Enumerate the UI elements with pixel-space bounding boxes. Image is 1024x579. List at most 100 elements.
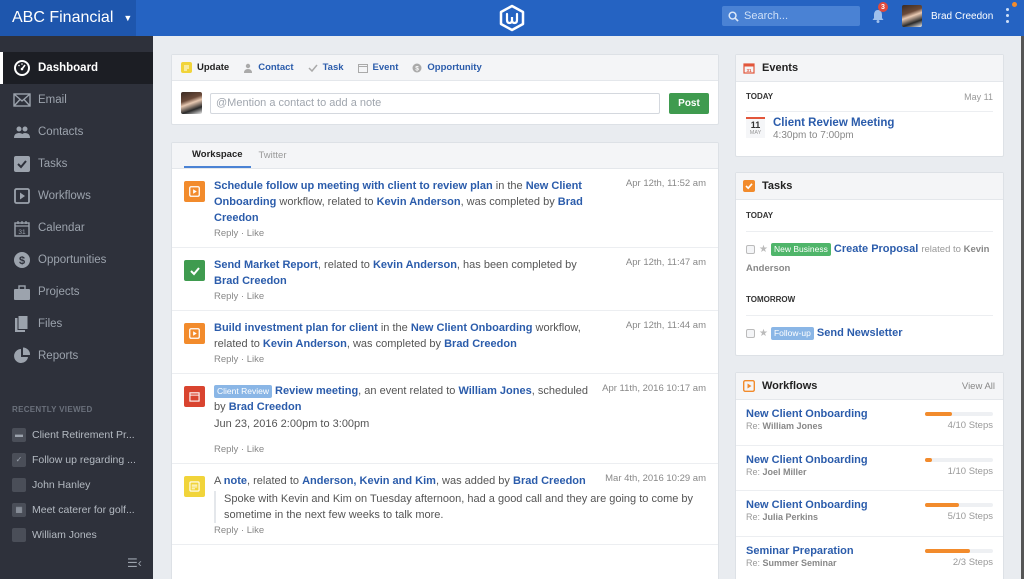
- recent-item-label: William Jones: [32, 528, 97, 541]
- task-checkbox[interactable]: [746, 328, 755, 338]
- re-prefix: Re:: [746, 512, 761, 522]
- workflow-progress-fill: [925, 503, 959, 507]
- composer-tab-label: Opportunity: [427, 62, 482, 73]
- feed-text: in the: [492, 180, 526, 192]
- check-icon: [308, 63, 318, 73]
- sidebar-item-workflows[interactable]: Workflows: [0, 180, 153, 212]
- composer-tab-task[interactable]: Task: [308, 62, 344, 73]
- workflow-item[interactable]: New Client Onboarding Re: Julia Perkins 5/…: [736, 491, 1003, 537]
- workflow-item[interactable]: New Client Onboarding Re: William Jones 4/…: [736, 400, 1003, 446]
- sidebar-item-calendar[interactable]: 31 Calendar: [0, 212, 153, 244]
- user-avatar[interactable]: [902, 5, 922, 27]
- sidebar-item-tasks[interactable]: Tasks: [0, 148, 153, 180]
- feed-text: , an event related to: [358, 385, 459, 397]
- recent-item[interactable]: ▦ Meet caterer for golf...: [0, 497, 153, 522]
- post-button[interactable]: Post: [669, 92, 709, 114]
- feed-link[interactable]: Brad Creedon: [214, 275, 287, 287]
- task-related-text: related to: [921, 244, 961, 255]
- email-icon: [13, 91, 31, 109]
- feed-text: , was added by: [435, 475, 513, 487]
- recent-item[interactable]: ▬ Client Retirement Pr...: [0, 422, 153, 447]
- feed-link[interactable]: Brad Creedon: [444, 338, 517, 350]
- more-menu-icon[interactable]: [1004, 8, 1010, 28]
- tasks-icon: [13, 155, 31, 173]
- reply-like-actions[interactable]: Reply · Like: [214, 228, 706, 239]
- sidebar-item-files[interactable]: Files: [0, 308, 153, 340]
- feed-link[interactable]: Brad Creedon: [513, 475, 586, 487]
- composer-tab-label: Event: [372, 62, 399, 73]
- view-all-link[interactable]: View All: [962, 381, 995, 392]
- sidebar-item-projects[interactable]: Projects: [0, 276, 153, 308]
- feed-item: Build investment plan for client in the …: [172, 311, 718, 374]
- calendar-icon: [184, 386, 205, 407]
- task-title[interactable]: Create Proposal: [834, 243, 918, 255]
- workflow-progress-bar: [925, 412, 993, 416]
- feed-link[interactable]: note: [224, 475, 247, 487]
- feed-link[interactable]: Review meeting: [275, 385, 358, 397]
- star-icon[interactable]: ★: [759, 244, 768, 255]
- feed-link[interactable]: Schedule follow up meeting with client t…: [214, 180, 493, 192]
- projects-icon: [13, 283, 31, 301]
- workflow-item[interactable]: New Client Onboarding Re: Joel Miller 1/10…: [736, 446, 1003, 491]
- composer-tab-update[interactable]: Update: [181, 62, 229, 73]
- feed-link[interactable]: William Jones: [458, 385, 531, 397]
- workflow-steps: 1/10 Steps: [947, 465, 993, 477]
- recent-item-label: Follow up regarding ...: [32, 453, 136, 466]
- feed-tab-workspace[interactable]: Workspace: [184, 143, 251, 168]
- feed-tab-twitter[interactable]: Twitter: [251, 143, 295, 168]
- collapse-sidebar-icon[interactable]: ☰‹: [127, 556, 142, 570]
- files-icon: [13, 315, 31, 333]
- sidebar-item-email[interactable]: Email: [0, 84, 153, 116]
- task-title[interactable]: Send Newsletter: [817, 327, 903, 339]
- feed-item-label: Client Review: [214, 385, 272, 398]
- event-title[interactable]: Client Review Meeting: [773, 117, 894, 129]
- org-switcher[interactable]: ABC Financial ▼: [0, 0, 136, 36]
- composer-tab-event[interactable]: Event: [357, 62, 399, 73]
- star-icon[interactable]: ★: [759, 328, 768, 339]
- recent-item[interactable]: ✓ Follow up regarding ...: [0, 447, 153, 472]
- feed-item-text: Schedule follow up meeting with client t…: [214, 178, 594, 226]
- sidebar-item-opportunities[interactable]: $ Opportunities: [0, 244, 153, 276]
- sidebar-item-reports[interactable]: Reports: [0, 340, 153, 372]
- task-sections: TODAY ★ New Business Create Proposal relat…: [736, 200, 1003, 349]
- feed-text: , related to: [317, 259, 373, 271]
- reply-like-actions[interactable]: Reply · Like: [214, 444, 706, 455]
- task-checkbox-icon: [743, 180, 755, 192]
- recent-avatar: [12, 527, 26, 542]
- workflow-steps: 5/10 Steps: [947, 511, 993, 522]
- feed-link[interactable]: Send Market Report: [214, 259, 318, 271]
- reply-like-actions[interactable]: Reply · Like: [214, 291, 706, 302]
- app-logo-icon[interactable]: [498, 4, 526, 32]
- event-item[interactable]: 11 MAY Client Review Meeting 4:30pm to 7…: [736, 112, 1003, 146]
- workflow-item[interactable]: Seminar Preparation Re: Summer Seminar 2/3…: [736, 537, 1003, 579]
- feed-link[interactable]: Brad Creedon: [229, 401, 302, 413]
- svg-text:$: $: [19, 255, 25, 267]
- composer-tab-label: Task: [322, 62, 344, 73]
- feed-item-subtext: Jun 23, 2016 2:00pm to 3:00pm: [214, 418, 370, 430]
- composer-tab-opportunity[interactable]: $ Opportunity: [412, 62, 482, 73]
- opportunities-icon: $: [13, 251, 31, 269]
- feed-link[interactable]: Kevin Anderson: [373, 259, 457, 271]
- user-name[interactable]: Brad Creedon: [931, 11, 993, 22]
- task-checkbox[interactable]: [746, 244, 755, 254]
- recent-item[interactable]: John Hanley: [0, 472, 153, 497]
- feed-item: Send Market Report, related to Kevin And…: [172, 248, 718, 311]
- briefcase-icon: ▬: [12, 427, 26, 442]
- feed-tabs: Workspace Twitter: [172, 143, 718, 169]
- feed-link[interactable]: Anderson, Kevin and Kim: [302, 475, 436, 487]
- recent-item[interactable]: William Jones: [0, 522, 153, 547]
- workflow-icon: [184, 181, 205, 202]
- feed-link[interactable]: Build investment plan for client: [214, 322, 378, 334]
- person-icon: [243, 63, 253, 73]
- composer-tab-contact[interactable]: Contact: [243, 62, 294, 73]
- feed-link[interactable]: New Client Onboarding: [411, 322, 533, 334]
- note-input[interactable]: [210, 92, 660, 114]
- reply-like-actions[interactable]: Reply · Like: [214, 525, 706, 536]
- sidebar-item-contacts[interactable]: Contacts: [0, 116, 153, 148]
- feed-link[interactable]: Kevin Anderson: [263, 338, 347, 350]
- search-input[interactable]: Search...: [722, 6, 860, 26]
- tasks-panel: Tasks TODAY ★ New Business Create Proposal…: [735, 172, 1004, 356]
- reply-like-actions[interactable]: Reply · Like: [214, 354, 706, 365]
- sidebar-item-dashboard[interactable]: Dashboard: [0, 52, 153, 84]
- feed-link[interactable]: Kevin Anderson: [377, 196, 461, 208]
